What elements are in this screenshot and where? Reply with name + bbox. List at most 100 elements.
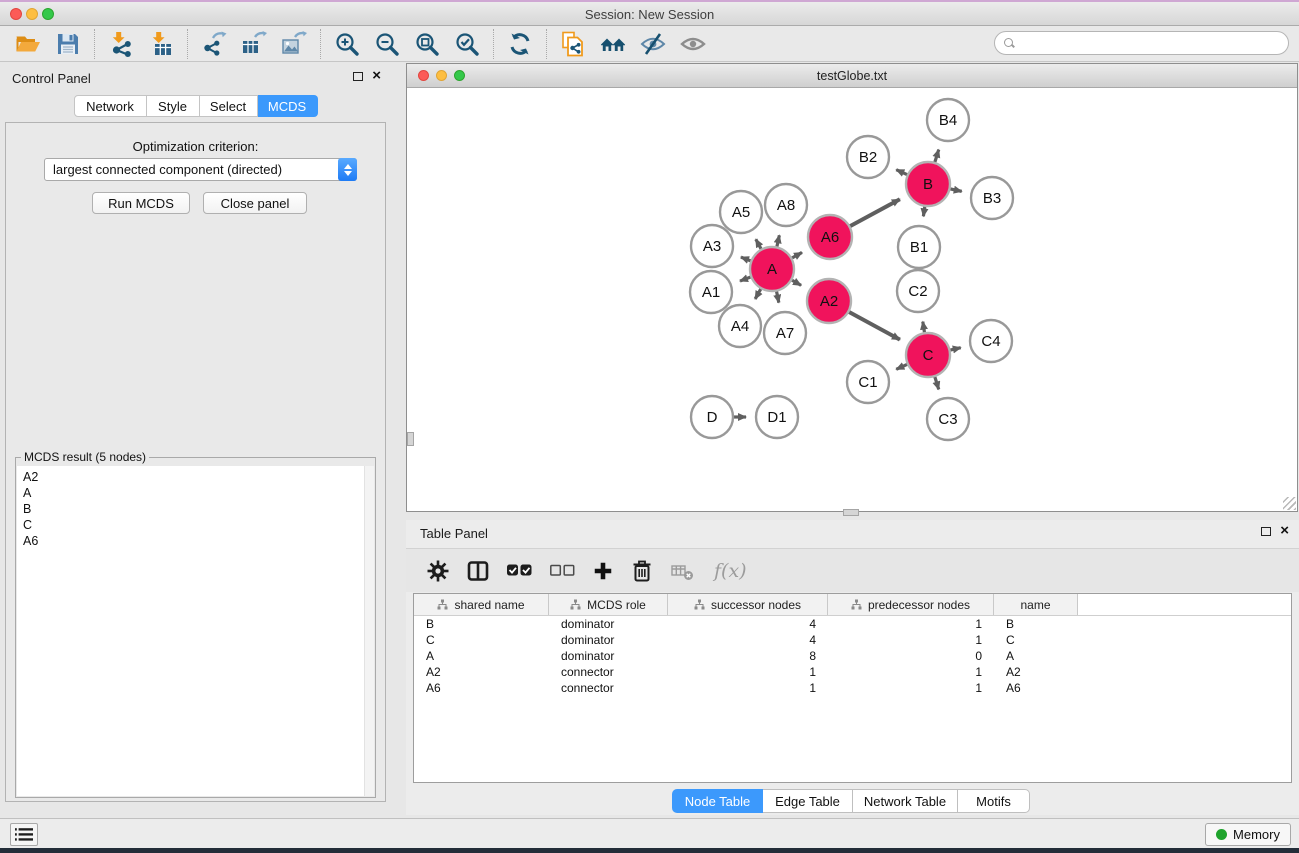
show-column-icon[interactable]: [466, 559, 490, 583]
network-window-titlebar[interactable]: testGlobe.txt: [407, 64, 1297, 88]
result-item[interactable]: B: [17, 501, 374, 517]
graph-node-label: A: [767, 261, 777, 278]
tab-network[interactable]: Network: [74, 95, 147, 117]
table-panel: Table Panel ×: [406, 520, 1299, 815]
table-cell[interactable]: 1: [828, 617, 994, 631]
hide-selected-eye-icon[interactable]: [633, 29, 673, 59]
table-cell[interactable]: dominator: [549, 649, 668, 663]
table-row[interactable]: Adominator80A: [414, 648, 1291, 664]
table-cell[interactable]: 8: [668, 649, 828, 663]
table-row[interactable]: Bdominator41B: [414, 616, 1291, 632]
mcds-result-title: MCDS result (5 nodes): [21, 450, 149, 464]
save-session-icon[interactable]: [48, 29, 88, 59]
table-cell[interactable]: 4: [668, 633, 828, 647]
table-cell[interactable]: 1: [828, 633, 994, 647]
table-cell[interactable]: A2: [414, 665, 549, 679]
criterion-dropdown-value: largest connected component (directed): [45, 162, 338, 177]
column-header-successor-nodes[interactable]: successor nodes: [668, 594, 828, 615]
column-header-mcds-role[interactable]: MCDS role: [549, 594, 668, 615]
tab-style[interactable]: Style: [147, 95, 200, 117]
table-cell[interactable]: C: [994, 633, 1078, 647]
table-settings-gear-icon[interactable]: [426, 559, 450, 583]
table-cell[interactable]: 1: [828, 681, 994, 695]
table-cell[interactable]: 1: [668, 681, 828, 695]
table-row[interactable]: Cdominator41C: [414, 632, 1291, 648]
result-item[interactable]: C: [17, 517, 374, 533]
graph-node-label: B2: [859, 149, 877, 166]
zoom-fit-icon[interactable]: [407, 29, 447, 59]
criterion-dropdown[interactable]: largest connected component (directed): [44, 158, 357, 181]
run-mcds-button[interactable]: Run MCDS: [92, 192, 190, 214]
close-table-panel-icon[interactable]: ×: [1280, 525, 1289, 537]
table-cell[interactable]: A: [994, 649, 1078, 663]
table-cell[interactable]: 1: [828, 665, 994, 679]
export-image-icon[interactable]: [274, 29, 314, 59]
export-network-icon[interactable]: [194, 29, 234, 59]
add-column-icon[interactable]: [592, 560, 614, 582]
zoom-in-icon[interactable]: [327, 29, 367, 59]
open-session-icon[interactable]: [8, 29, 48, 59]
table-cell[interactable]: B: [414, 617, 549, 631]
export-table-icon[interactable]: [234, 29, 274, 59]
close-panel-button[interactable]: Close panel: [203, 192, 307, 214]
table-cell[interactable]: A: [414, 649, 549, 663]
table-cell[interactable]: 1: [668, 665, 828, 679]
graph-edge-A2-C[interactable]: [847, 311, 900, 340]
tab-motifs[interactable]: Motifs: [958, 789, 1030, 813]
result-item[interactable]: A: [17, 485, 374, 501]
column-header-predecessor-nodes[interactable]: predecessor nodes: [828, 594, 994, 615]
tab-network-table[interactable]: Network Table: [853, 789, 958, 813]
table-cell[interactable]: connector: [549, 665, 668, 679]
titlebar: Session: New Session: [0, 0, 1299, 26]
table-cell[interactable]: 4: [668, 617, 828, 631]
table-row[interactable]: A2connector11A2: [414, 664, 1291, 680]
refresh-layout-icon[interactable]: [500, 29, 540, 59]
import-table-icon[interactable]: [141, 29, 181, 59]
result-scrollbar-track[interactable]: [364, 466, 374, 796]
delete-table-icon[interactable]: [670, 559, 694, 583]
result-item[interactable]: A2: [17, 466, 374, 485]
network-graph[interactable]: B4B2BB3A5A8A6B1A3AA1C2A2A4A7C4CC1C3DD1: [407, 88, 1297, 511]
table-cell[interactable]: A6: [414, 681, 549, 695]
home-networks-icon[interactable]: [593, 29, 633, 59]
deselect-all-icon[interactable]: [549, 562, 576, 579]
table-cell[interactable]: 0: [828, 649, 994, 663]
result-item[interactable]: A6: [17, 533, 374, 549]
tab-edge-table[interactable]: Edge Table: [763, 789, 853, 813]
float-table-panel-icon[interactable]: [1261, 527, 1271, 536]
float-panel-icon[interactable]: [353, 72, 363, 81]
zoom-selected-icon[interactable]: [447, 29, 487, 59]
graph-node-label: A5: [732, 204, 750, 221]
column-header-shared-name[interactable]: shared name: [414, 594, 549, 615]
column-header-name[interactable]: name: [994, 594, 1078, 615]
split-divider-handle[interactable]: [407, 432, 414, 446]
tab-select[interactable]: Select: [200, 95, 258, 117]
tab-mcds[interactable]: MCDS: [258, 95, 318, 117]
split-divider-handle[interactable]: [843, 509, 859, 516]
table-cell[interactable]: dominator: [549, 633, 668, 647]
zoom-out-icon[interactable]: [367, 29, 407, 59]
table-cell[interactable]: C: [414, 633, 549, 647]
table-cell[interactable]: connector: [549, 681, 668, 695]
show-eye-icon[interactable]: [673, 29, 713, 59]
import-network-icon[interactable]: [101, 29, 141, 59]
task-history-list-icon[interactable]: [10, 823, 38, 846]
mcds-result-list[interactable]: A2ABCA6: [17, 466, 374, 796]
search-field[interactable]: [994, 31, 1289, 55]
table-cell[interactable]: A6: [994, 681, 1078, 695]
tab-node-table[interactable]: Node Table: [672, 789, 763, 813]
network-from-selection-icon[interactable]: [553, 29, 593, 59]
window-resize-grip[interactable]: [1283, 497, 1296, 510]
delete-column-trash-icon[interactable]: [630, 559, 654, 583]
table-cell[interactable]: B: [994, 617, 1078, 631]
select-all-icon[interactable]: [506, 562, 533, 579]
function-builder-icon[interactable]: f(x): [710, 560, 747, 582]
search-input[interactable]: [1019, 34, 1288, 52]
memory-button[interactable]: Memory: [1205, 823, 1291, 846]
table-cell[interactable]: dominator: [549, 617, 668, 631]
table-row[interactable]: A6connector11A6: [414, 680, 1291, 696]
graph-edge-A6-B[interactable]: [848, 199, 900, 227]
close-panel-icon[interactable]: ×: [372, 70, 381, 82]
table-cell[interactable]: A2: [994, 665, 1078, 679]
network-canvas[interactable]: B4B2BB3A5A8A6B1A3AA1C2A2A4A7C4CC1C3DD1: [407, 88, 1297, 511]
